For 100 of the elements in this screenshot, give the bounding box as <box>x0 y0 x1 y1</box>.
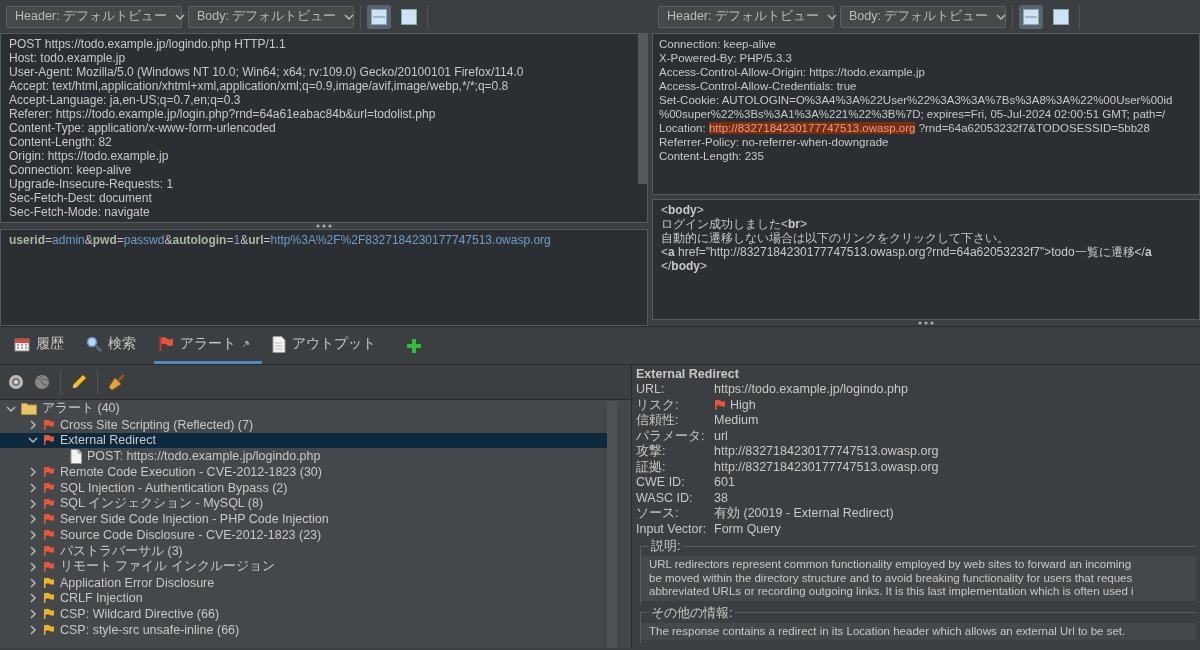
body-text-area[interactable]: <body> ログイン成功しました<br> 自動的に遷移しない場合は以下のリンクをクリックして下さい。 <a href="http://8327184230177747513.owasp.org?rnd=64a62053232f7">todo一覧に遷移</a </body> <box>652 199 1200 320</box>
tree-item[interactable]: Source Code Disclosure - CVE-2012-1823 (23) <box>0 527 607 544</box>
document-icon <box>272 335 286 353</box>
body-view-dropdown[interactable]: Body: デフォルトビュー <box>188 5 354 28</box>
field-value: 有効 (20019 - External Redirect) <box>714 506 894 522</box>
panel-tab[interactable]: アラート <box>154 327 262 364</box>
tree-item-label: Source Code Disclosure - CVE-2012-1823 (23) <box>60 528 322 543</box>
chevron-right-icon[interactable] <box>28 530 38 541</box>
chevron-right-icon[interactable] <box>28 482 38 493</box>
tree-item[interactable]: External Redirect <box>0 432 607 449</box>
chevron-right-icon[interactable] <box>28 593 38 604</box>
field-value: Form Query <box>714 521 781 537</box>
pin-icon[interactable] <box>242 340 250 348</box>
chevron-down-icon[interactable] <box>996 11 1007 22</box>
header-line: Set-Cookie: AUTOLOGIN=O%3A4%3A%22User%22%3A3%3A%7Bs%3A8%3A%22%00User%00id <box>659 93 1174 107</box>
tree-item[interactable]: POST: https://todo.example.jp/logindo.php <box>0 448 607 465</box>
broom-icon[interactable] <box>108 373 126 391</box>
header-text-area[interactable] <box>652 33 1200 195</box>
chevron-right-icon[interactable] <box>28 609 38 620</box>
split-view-icon <box>371 8 387 25</box>
tree-item[interactable]: CSP: style-src unsafe-inline (66) <box>0 622 607 638</box>
chevron-right-icon[interactable] <box>28 561 38 572</box>
field-label: パラメータ: <box>636 428 706 444</box>
tree-item-label: SQL インジェクション - MySQL (8) <box>60 495 264 513</box>
chevron-down-icon[interactable] <box>174 11 185 22</box>
header-line: X-Powered-By: PHP/5.3.3 <box>659 51 793 65</box>
header-text: Location: <box>659 122 706 134</box>
tree-item[interactable]: CRLF Injection <box>0 590 607 607</box>
panel-tab[interactable]: 検索 <box>82 327 148 364</box>
tree-item[interactable]: Remote Code Execution - CVE-2012-1823 (30) <box>0 464 607 480</box>
header-line: Connection: keep-alive <box>659 37 777 51</box>
panel-tab[interactable]: アウトプット <box>268 327 388 364</box>
chevron-right-icon[interactable] <box>28 546 38 557</box>
header-line: Host: todo.example.jp <box>9 51 127 65</box>
header-line: Access-Control-Allow-Credentials: true <box>659 79 858 93</box>
tree-item[interactable]: SQL Injection - Authentication Bypass (2) <box>0 480 607 496</box>
chevron-right-icon[interactable] <box>28 498 38 509</box>
field-label: 信頼性: <box>636 413 680 429</box>
header-line: Accept-Language: ja,en-US;q=0.7,en;q=0.3 <box>9 93 242 107</box>
chevron-right-icon[interactable] <box>28 625 38 636</box>
tree-item[interactable]: Server Side Code Injection - PHP Code Injection <box>0 511 607 528</box>
add-tab-icon[interactable] <box>406 337 422 354</box>
field-label: WASC ID: <box>636 490 694 506</box>
resize-grip-icon[interactable] <box>917 321 935 325</box>
scrollbar-track[interactable] <box>607 401 617 648</box>
section-text: URL redirectors represent common functionality employed by web sites to forward an incoming be moved within the directory structure and to avoid breaking functionality for users that reques abbreviated URLs or recording outgoing links. It is this last implementation which is often used i <box>641 556 1196 601</box>
chevron-right-icon[interactable] <box>28 419 38 430</box>
layout-toggle-button[interactable] <box>1019 4 1043 29</box>
header-text-area[interactable] <box>0 33 648 223</box>
layout-toggle-button[interactable] <box>367 4 391 29</box>
body-view-dropdown[interactable]: Body: デフォルトビュー <box>840 5 1006 28</box>
tree-item-label: Server Side Code Injection - PHP Code Injection <box>60 512 329 527</box>
chevron-down-icon[interactable] <box>28 435 38 446</box>
tree-item[interactable]: Application Error Disclosure <box>0 574 607 591</box>
request-body-text: userid=admin&pwd=passwd&autologin=1&url=http%3A%2F%2F8327184230177747513.owasp.org <box>9 233 552 247</box>
pencil-icon[interactable] <box>71 374 87 390</box>
tree-item-label: CRLF Injection <box>60 591 143 606</box>
calendar-icon <box>14 336 30 352</box>
tree-item-label: CSP: style-src unsafe-inline (66) <box>60 623 240 638</box>
body-text-area[interactable]: userid=admin&pwd=passwd&autologin=1&url=http%3A%2F%2F8327184230177747513.owasp.org <box>0 229 648 326</box>
target-icon[interactable] <box>8 374 24 390</box>
tree-item-label: CSP: Wildcard Directive (66) <box>60 607 220 622</box>
header-text: ?rnd=64a62053232f7&TODOSESSID=5bb28 <box>918 122 1150 134</box>
chevron-down-icon[interactable] <box>6 403 16 414</box>
field-value: Medium <box>714 413 759 429</box>
document-icon <box>70 448 82 464</box>
field-value: 601 <box>714 475 735 491</box>
chevron-right-icon[interactable] <box>28 514 38 525</box>
tree-item[interactable]: アラート (40) <box>0 401 607 417</box>
tree-item[interactable]: CSP: Wildcard Directive (66) <box>0 606 607 623</box>
globe-icon[interactable] <box>34 374 50 390</box>
field-value: 38 <box>714 490 728 506</box>
tree-item-label: アラート (40) <box>42 400 120 418</box>
header-line: POST https://todo.example.jp/logindo.php HTTP/1.1 <box>9 37 287 51</box>
header-line: Sec-Fetch-Mode: navigate <box>9 205 151 219</box>
header-view-dropdown[interactable]: Header: デフォルトビュー <box>658 5 834 28</box>
header-view-dropdown[interactable]: Header: デフォルトビュー <box>6 5 182 28</box>
chevron-right-icon[interactable] <box>28 467 38 478</box>
chevron-down-icon[interactable] <box>826 11 837 22</box>
scrollbar-thumb[interactable] <box>638 34 647 184</box>
tree-item[interactable]: パストラバーサル (3) <box>0 543 607 559</box>
panel-tab[interactable]: 履歴 <box>10 327 76 364</box>
tree-item-label: Application Error Disclosure <box>60 575 215 590</box>
field-label: CWE ID: <box>636 475 686 491</box>
tree-item[interactable]: Cross Site Scripting (Reflected) (7) <box>0 416 607 433</box>
field-value: url <box>714 428 728 444</box>
single-view-icon <box>1053 8 1069 25</box>
tree-item[interactable]: リモート ファイル インクルージョン <box>0 558 607 575</box>
tree-item[interactable]: SQL インジェクション - MySQL (8) <box>0 495 607 512</box>
resize-grip-icon[interactable] <box>315 224 333 228</box>
chevron-down-icon[interactable] <box>344 11 355 22</box>
chevron-right-icon[interactable] <box>28 577 38 588</box>
field-label: Input Vector: <box>636 521 708 537</box>
tree-item-label: パストラバーサル (3) <box>60 542 183 560</box>
tree-item-label: External Redirect <box>60 433 156 448</box>
header-line: Accept: text/html,application/xhtml+xml,application/xml;q=0.9,image/avif,image/webp,*/*;q=0.8 <box>9 79 510 93</box>
header-line: Connection: keep-alive <box>9 163 133 177</box>
tree-item-label: リモート ファイル インクルージョン <box>60 558 275 576</box>
field-value: https://todo.example.jp/logindo.php <box>714 382 908 398</box>
tree-item-label: Cross Site Scripting (Reflected) (7) <box>60 417 254 432</box>
